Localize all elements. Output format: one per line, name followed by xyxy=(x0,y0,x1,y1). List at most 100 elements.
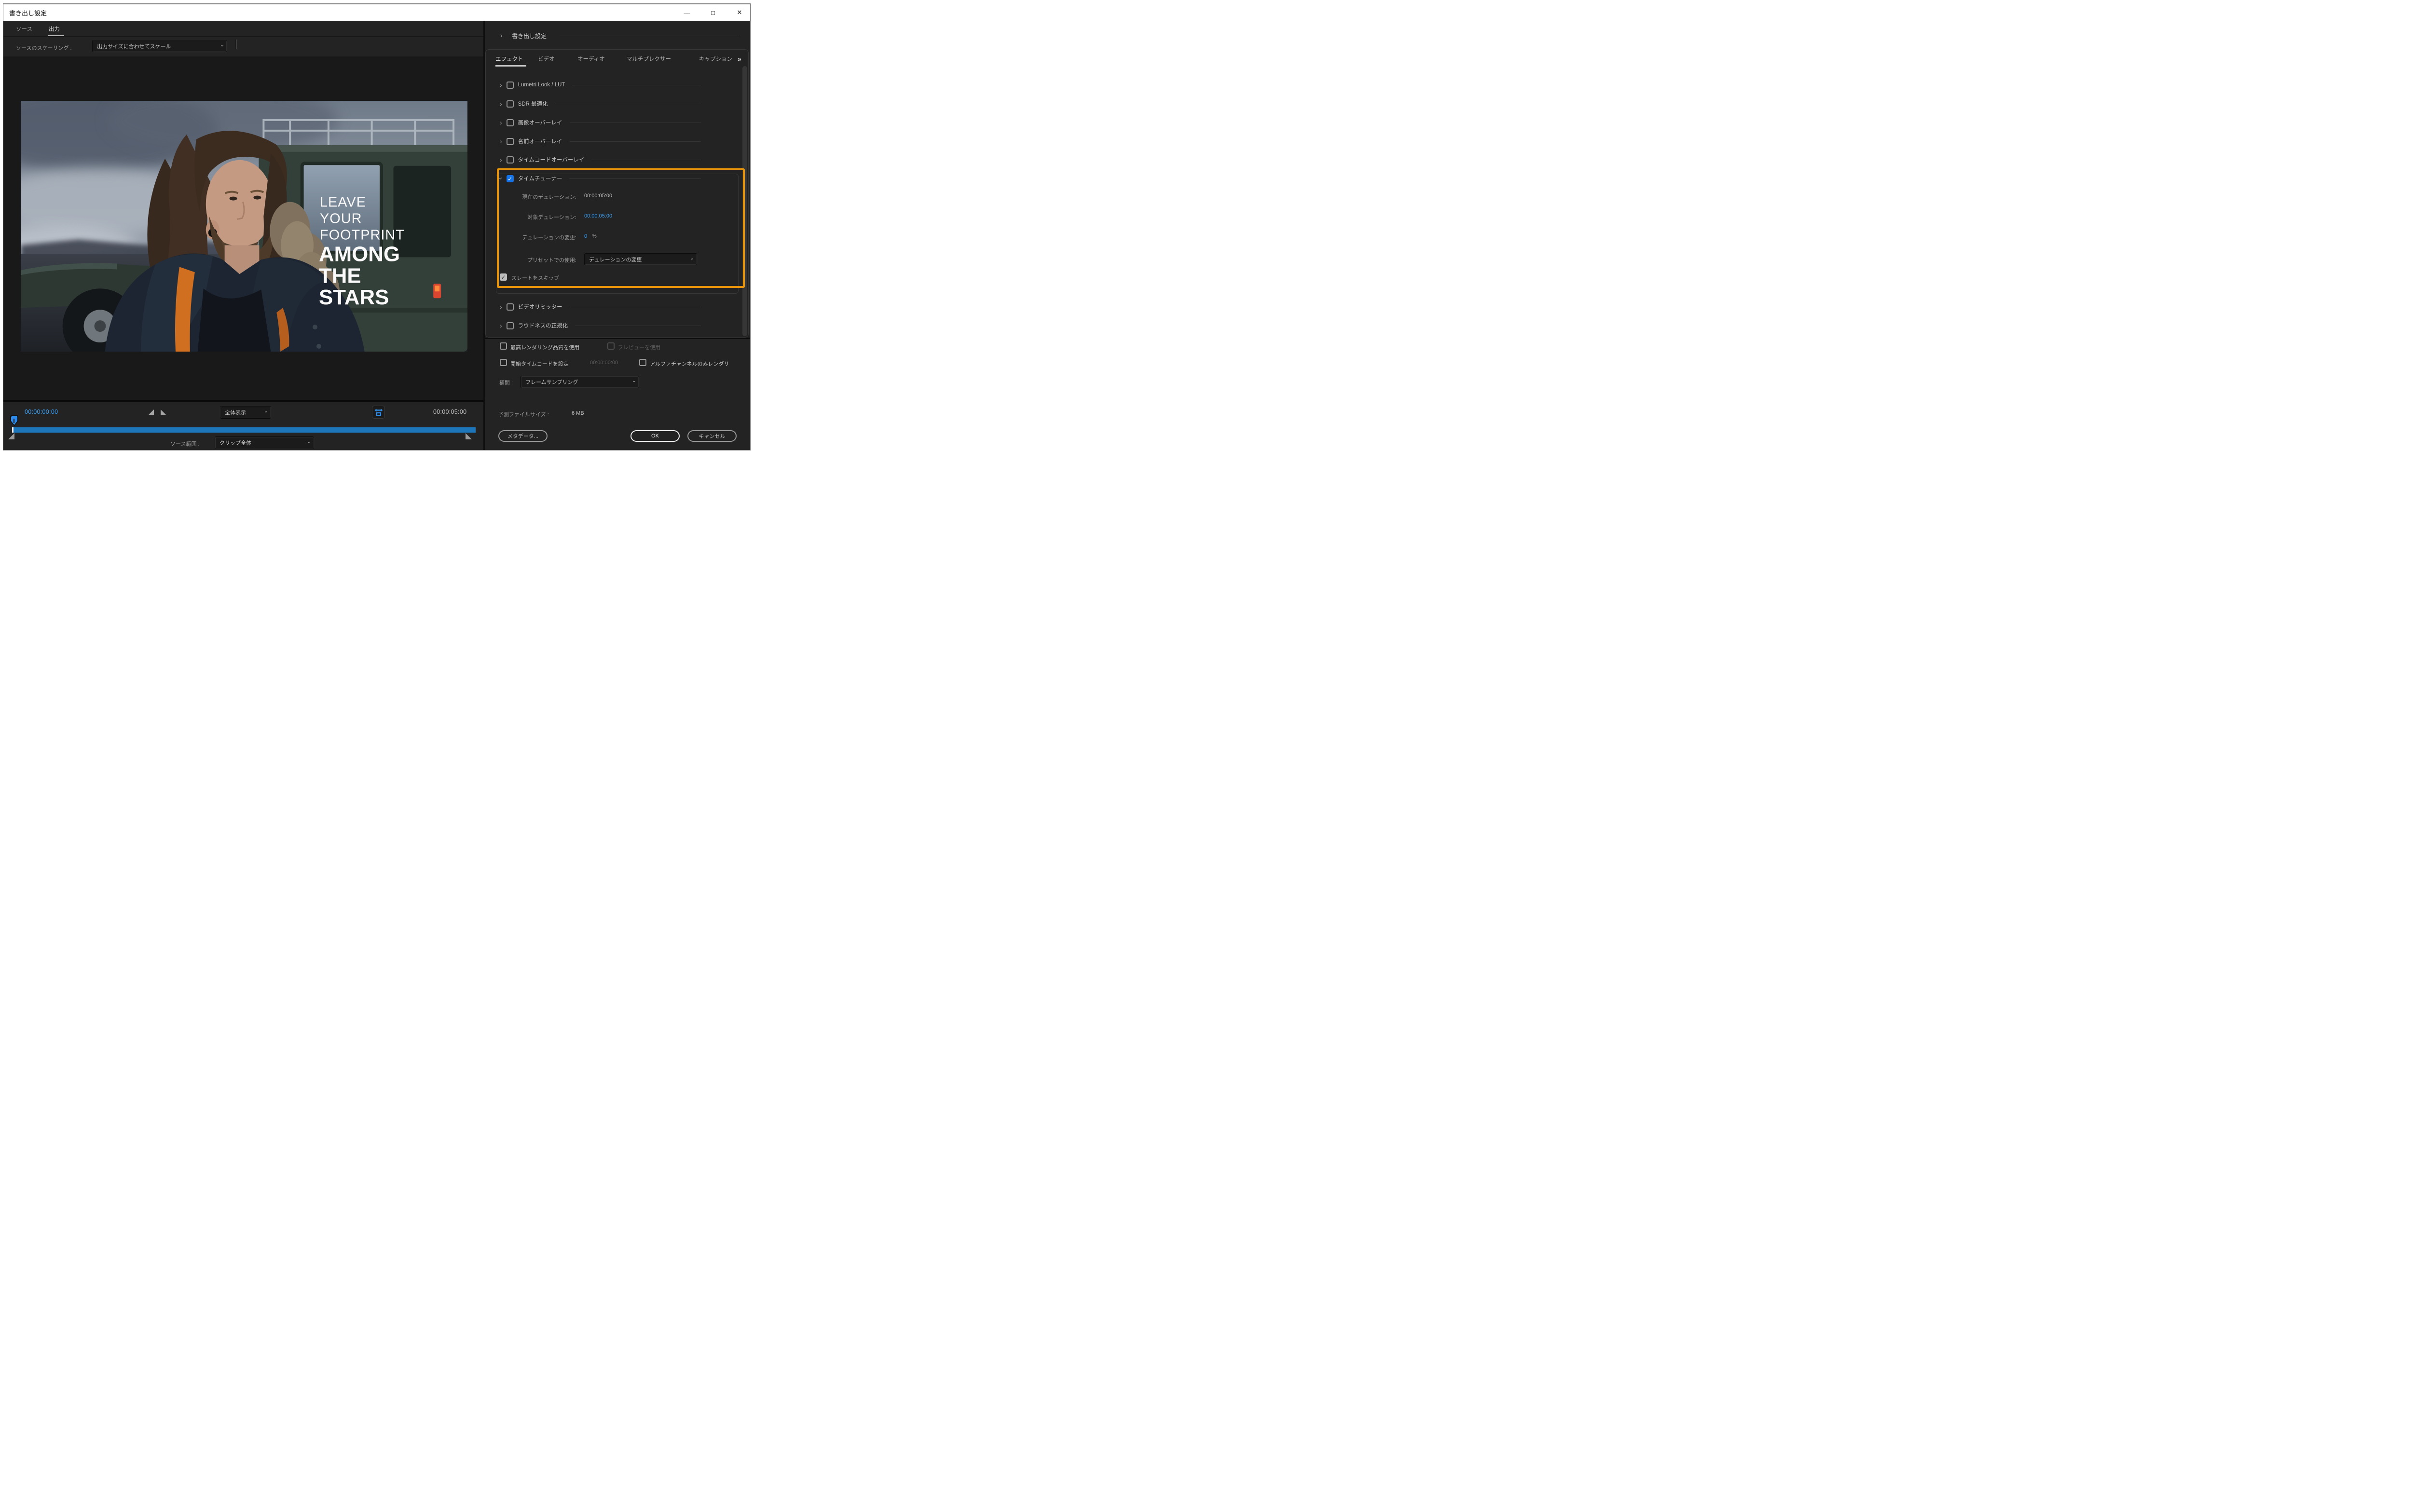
zoom-level-dropdown[interactable]: 全体表示 › xyxy=(220,406,271,419)
effect-row-image-overlay[interactable]: › 画像オーバーレイ xyxy=(485,117,748,128)
max-quality-label: 最高レンダリング品質を使用 xyxy=(510,345,579,351)
target-duration-row: 対象デュレーション: 00:00:05:00 xyxy=(485,213,748,223)
checkbox[interactable] xyxy=(506,81,514,89)
effect-row-video-limiter[interactable]: › ビデオリミッター xyxy=(485,301,748,312)
source-scaling-label: ソースのスケーリング : xyxy=(16,45,72,51)
render-quality-row: 最高レンダリング品質を使用 プレビューを使用 xyxy=(485,342,750,352)
chevron-down-icon: › xyxy=(306,441,313,443)
chevron-down-icon: › xyxy=(689,258,696,260)
checkbox[interactable] xyxy=(639,359,646,366)
source-scaling-dropdown[interactable]: 出力サイズに合わせてスケール › xyxy=(92,40,227,52)
source-range-value: クリップ全体 xyxy=(219,440,251,446)
range-in-handle[interactable] xyxy=(8,433,14,439)
current-duration-label: 現在のデュレーション: xyxy=(522,194,576,200)
target-duration-value[interactable]: 00:00:05:00 xyxy=(584,213,612,219)
tabs-overflow-icon[interactable]: » xyxy=(738,53,741,65)
effect-label: Lumetri Look / LUT xyxy=(518,82,565,88)
chevron-down-icon: › xyxy=(219,44,226,47)
interpolation-dropdown[interactable]: フレームサンプリング › xyxy=(521,376,639,388)
fit-width-icon xyxy=(374,409,383,416)
video-preview-frame: LEAVE YOUR FOOTPRINT AMONG THE STARS xyxy=(21,101,467,352)
effect-label: 画像オーバーレイ xyxy=(518,120,562,126)
current-duration-row: 現在のデュレーション: 00:00:05:00 xyxy=(485,193,748,203)
skip-slate-row[interactable]: ✓ スレートをスキップ xyxy=(485,273,748,283)
tab-effects[interactable]: エフェクト xyxy=(495,53,523,65)
chevron-down-icon: › xyxy=(263,410,270,413)
zoom-level-value: 全体表示 xyxy=(225,410,246,416)
effect-label: ラウドネスの正規化 xyxy=(518,323,568,329)
duration-change-value[interactable]: 0 xyxy=(584,233,587,239)
checkbox[interactable] xyxy=(506,322,514,329)
tab-multiplexer[interactable]: マルチプレクサー xyxy=(627,53,671,65)
checkbox[interactable] xyxy=(506,303,514,311)
checkbox[interactable] xyxy=(506,100,514,108)
separator xyxy=(569,178,701,179)
settings-panel: › 書き出し設定 エフェクト ビデオ オーディオ マルチプレクサー キャプション… xyxy=(485,21,750,450)
caption-line: THE xyxy=(319,264,361,287)
maximize-button-icon[interactable]: □ xyxy=(702,4,724,21)
preset-use-dropdown[interactable]: デュレーションの変更 › xyxy=(584,253,697,265)
playhead[interactable] xyxy=(10,415,18,426)
dialog-content: ソース 出力 ソースのスケーリング : 出力サイズに合わせてスケール › LEA… xyxy=(3,21,750,450)
dialog-title: 書き出し設定 xyxy=(9,9,47,17)
interpolation-value: フレームサンプリング xyxy=(525,380,578,385)
effect-row-name-overlay[interactable]: › 名前オーバーレイ xyxy=(485,136,748,147)
metadata-button[interactable]: メタデータ... xyxy=(498,430,548,442)
effect-row-timecode-overlay[interactable]: › タイムコードオーバーレイ xyxy=(485,154,748,165)
preview-panel: ソース 出力 ソースのスケーリング : 出力サイズに合わせてスケール › LEA… xyxy=(3,21,483,450)
effect-row-time-tuner[interactable]: › ✓ タイムチューナー xyxy=(485,173,748,184)
effect-row-loudness[interactable]: › ラウドネスの正規化 xyxy=(485,320,748,331)
minimize-button-icon[interactable]: — xyxy=(676,4,698,21)
fit-width-button[interactable] xyxy=(372,406,385,419)
close-button-icon[interactable]: ✕ xyxy=(729,4,750,21)
checkbox-disabled xyxy=(607,342,615,350)
current-timecode[interactable]: 00:00:00:00 xyxy=(25,409,58,415)
scrollbar-thumb[interactable] xyxy=(742,66,747,336)
chevron-right-icon: › xyxy=(500,156,502,163)
checkbox-checked[interactable]: ✓ xyxy=(506,175,514,182)
effect-row-sdr[interactable]: › SDR 最適化 xyxy=(485,98,748,109)
separator xyxy=(485,338,750,339)
checkbox[interactable] xyxy=(506,156,514,163)
range-out-handle[interactable] xyxy=(466,433,472,439)
timeline-range-bar[interactable] xyxy=(14,427,476,433)
set-in-point-icon[interactable] xyxy=(148,409,154,415)
interpolation-label: 補間 : xyxy=(499,380,513,386)
caption-line: AMONG xyxy=(319,242,400,266)
estimated-size-label: 予測ファイルサイズ : xyxy=(498,412,549,418)
separator xyxy=(569,141,701,142)
cancel-button[interactable]: キャンセル xyxy=(687,430,737,442)
chevron-right-icon: › xyxy=(500,81,502,89)
set-out-point-icon[interactable] xyxy=(161,409,166,415)
section-title: 書き出し設定 xyxy=(512,33,547,40)
checkbox[interactable] xyxy=(500,359,507,366)
tab-audio[interactable]: オーディオ xyxy=(577,53,605,65)
tab-video[interactable]: ビデオ xyxy=(538,53,555,65)
tab-captions[interactable]: キャプション xyxy=(699,53,732,65)
source-range-label: ソース範囲 : xyxy=(170,441,200,447)
alpha-only-label: アルファチャンネルのみレンダリ xyxy=(650,361,729,367)
source-range-dropdown[interactable]: クリップ全体 › xyxy=(215,436,314,449)
duration-change-label: デュレーションの変更: xyxy=(522,235,576,241)
chevron-right-icon: › xyxy=(500,119,502,126)
checkbox-checked[interactable]: ✓ xyxy=(500,273,507,281)
use-previews-label: プレビューを使用 xyxy=(618,345,660,351)
preset-use-label: プリセットでの使用: xyxy=(527,258,576,263)
duration-timecode: 00:00:05:00 xyxy=(433,409,467,415)
source-scaling-value: 出力サイズに合わせてスケール xyxy=(97,43,171,50)
percent-suffix: % xyxy=(592,233,597,239)
checkbox[interactable] xyxy=(500,342,507,350)
preset-use-value: デュレーションの変更 xyxy=(589,257,642,263)
checkbox[interactable] xyxy=(506,137,514,145)
ok-button[interactable]: OK xyxy=(630,430,680,442)
caption-line: FOOTPRINT xyxy=(320,227,405,243)
effect-row-lumetri[interactable]: › Lumetri Look / LUT xyxy=(485,80,748,90)
target-duration-label: 対象デュレーション: xyxy=(527,215,576,220)
chevron-down-icon: › xyxy=(497,177,505,180)
tab-source[interactable]: ソース xyxy=(16,21,32,37)
source-scaling-row: ソースのスケーリング : 出力サイズに合わせてスケール › xyxy=(3,37,483,56)
checkbox[interactable] xyxy=(506,119,514,126)
chevron-right-icon: › xyxy=(500,31,503,39)
caption-line: YOUR xyxy=(320,211,362,226)
duration-change-row: デュレーションの変更: 0 % xyxy=(485,233,748,243)
